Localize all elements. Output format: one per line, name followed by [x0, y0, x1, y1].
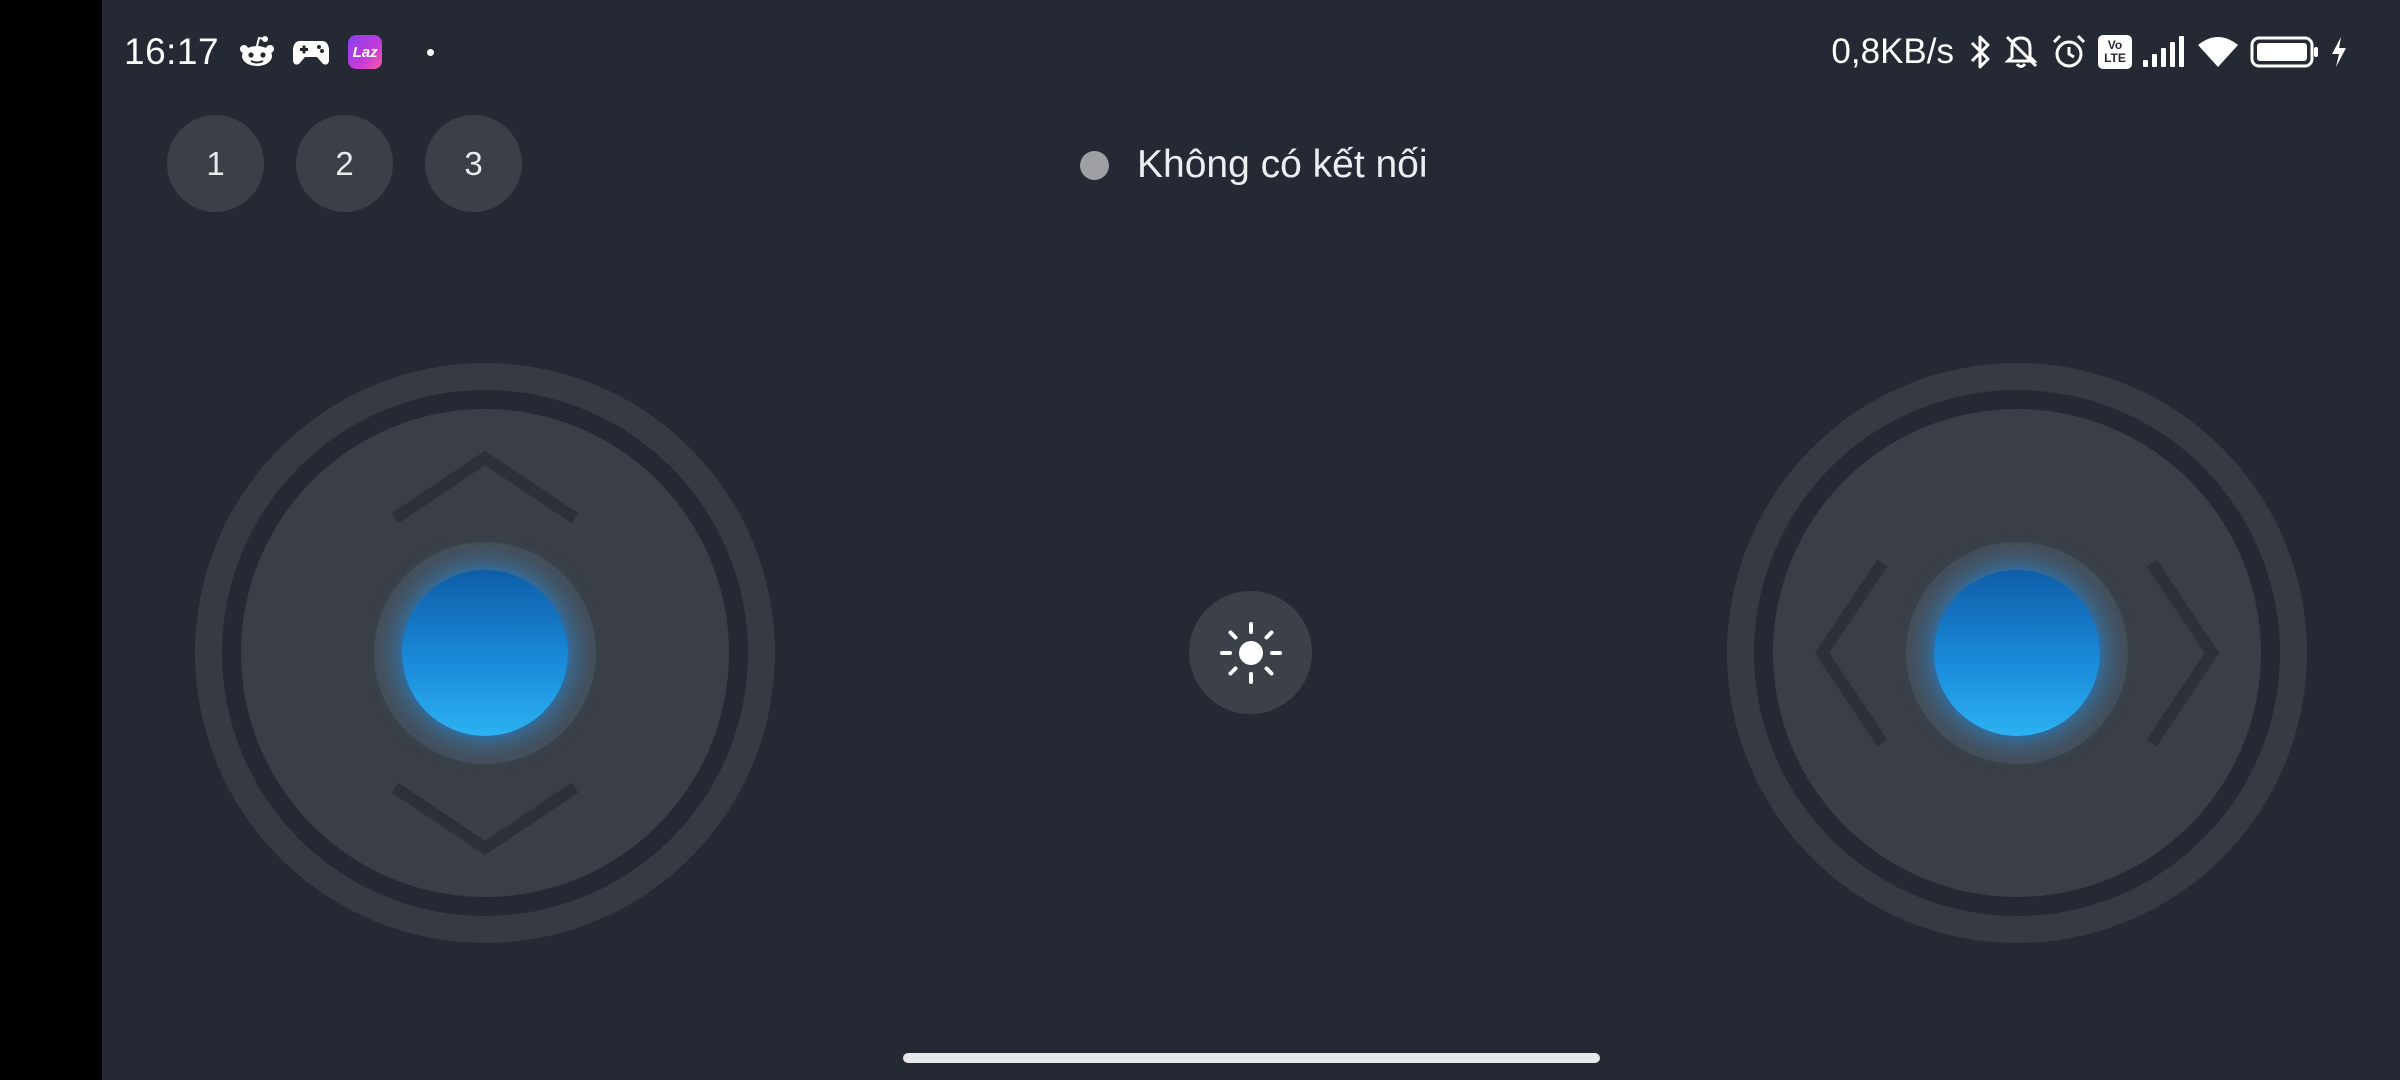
chevron-up-icon	[391, 450, 579, 524]
preset-button-3[interactable]: 3	[425, 115, 522, 212]
connection-status-text: Không có kết nối	[1137, 143, 1428, 186]
right-joystick-steering[interactable]	[1727, 363, 2307, 943]
network-speed: 0,8KB/s	[1831, 32, 1954, 71]
battery-icon	[2250, 30, 2320, 74]
notification-dot-icon	[427, 48, 435, 56]
chevron-right-icon	[2146, 559, 2220, 747]
status-bar-left: 16:17 Laz	[124, 24, 435, 80]
signal-icon	[2142, 30, 2186, 74]
light-toggle-button[interactable]	[1189, 591, 1312, 714]
chevron-down-icon	[391, 782, 579, 856]
gamepad-icon	[291, 32, 331, 72]
preset-button-1[interactable]: 1	[167, 115, 264, 212]
left-joystick-throttle[interactable]	[195, 363, 775, 943]
right-joystick-knob[interactable]	[1934, 570, 2100, 736]
wifi-icon	[2196, 30, 2240, 74]
lazada-icon: Laz	[345, 32, 385, 72]
sun-icon	[1219, 621, 1282, 684]
display-cutout-area	[0, 0, 102, 1080]
screen: 16:17 Laz 0,8KB/s Vo LTE 1 2 3 Không có …	[0, 0, 2400, 1080]
left-joystick-knob[interactable]	[402, 570, 568, 736]
lazada-icon-label: Laz	[348, 35, 383, 69]
bell-muted-icon	[2002, 30, 2040, 74]
reddit-icon	[237, 32, 277, 72]
preset-button-2[interactable]: 2	[296, 115, 393, 212]
status-time: 16:17	[124, 31, 220, 72]
connection-status: Không có kết nối	[1080, 138, 1428, 192]
home-indicator[interactable]	[903, 1053, 1600, 1063]
volte-icon: Vo LTE	[2098, 30, 2132, 74]
preset-buttons: 1 2 3	[167, 115, 522, 212]
connection-status-dot	[1080, 150, 1109, 180]
status-bar-right: 0,8KB/s Vo LTE	[1831, 24, 2348, 80]
charging-icon	[2330, 30, 2348, 74]
alarm-icon	[2050, 30, 2088, 74]
volte-label-bottom: LTE	[2104, 51, 2126, 65]
chevron-left-icon	[1814, 559, 1888, 747]
bluetooth-icon	[1968, 30, 1992, 74]
